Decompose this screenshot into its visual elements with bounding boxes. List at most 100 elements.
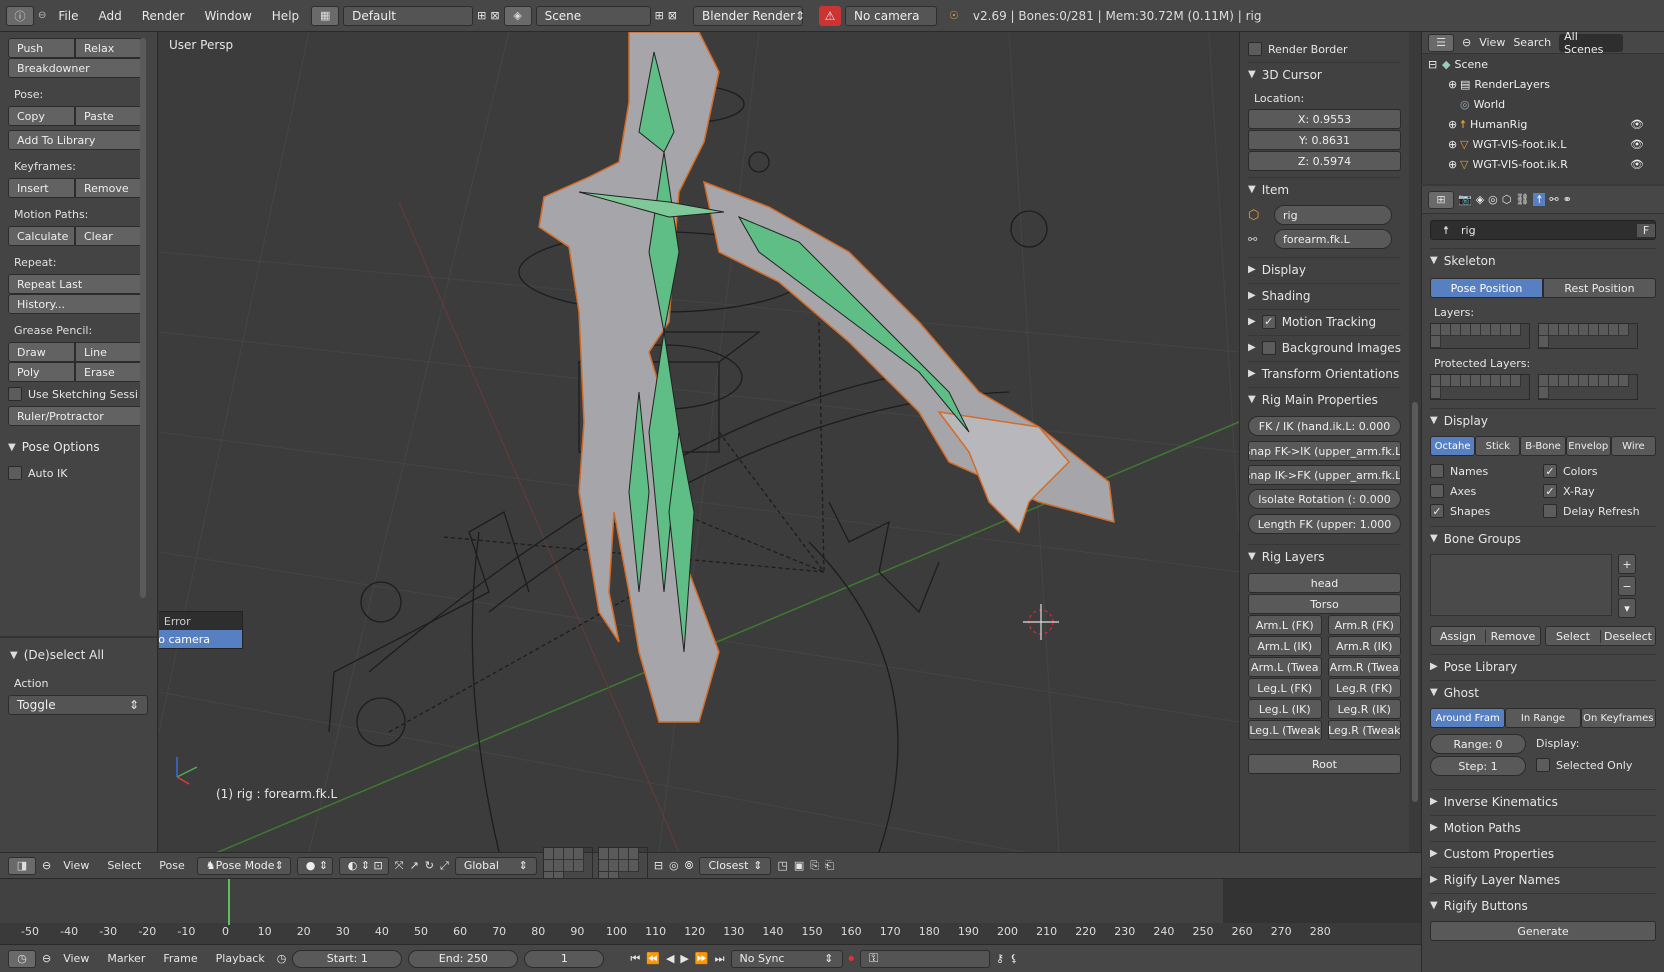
shading-section[interactable]: ▶ Shading xyxy=(1248,283,1401,307)
collapse-icon[interactable]: ⊟ xyxy=(1428,58,1442,71)
action-select[interactable]: Toggle ⇕ xyxy=(8,695,148,715)
layer-head-button[interactable]: head xyxy=(1248,573,1401,593)
add-scene-icon[interactable]: ⊞ xyxy=(655,9,664,22)
ghost-range-field[interactable]: Range: 0 xyxy=(1430,734,1526,754)
outliner-editor-icon[interactable]: ☰ xyxy=(1428,33,1454,52)
layer-torso-button[interactable]: Torso xyxy=(1248,594,1401,614)
3d-viewport[interactable]: User Persp (1) rig : forearm.fk.L ⚠Error… xyxy=(159,32,1239,852)
render-border-checkbox[interactable] xyxy=(1248,42,1262,56)
paste-pose-icon[interactable]: ⎗ xyxy=(825,859,834,873)
colors-checkbox[interactable]: ✓ xyxy=(1543,464,1557,478)
delay-refresh-option[interactable]: Delay Refresh xyxy=(1543,504,1656,518)
layer-cell[interactable] xyxy=(1491,375,1501,387)
pivot-select[interactable]: ◐ ⇕ ⊡ xyxy=(338,856,389,875)
protected-layers[interactable] xyxy=(1430,374,1656,400)
layer-cell[interactable] xyxy=(1451,375,1461,387)
menu-render[interactable]: Render xyxy=(134,9,193,23)
ghost-on-keyframes-button[interactable]: On Keyframes xyxy=(1580,708,1656,728)
draw-octahedral-button[interactable]: Octahe xyxy=(1430,436,1476,456)
isolate-rotation-slider[interactable]: Isolate Rotation (: 0.000 xyxy=(1248,489,1401,509)
layer-cell[interactable] xyxy=(1549,324,1559,336)
layer-cell[interactable] xyxy=(1539,324,1549,336)
remove-keyframe-button[interactable]: Remove xyxy=(75,178,142,198)
play-reverse-icon[interactable]: ◀ xyxy=(666,952,674,965)
3d-view-editor-icon[interactable]: ◨ xyxy=(8,856,36,875)
generate-button[interactable]: Generate xyxy=(1430,921,1656,941)
ghost-in-range-button[interactable]: In Range xyxy=(1505,708,1581,728)
selected-only-option[interactable]: Selected Only xyxy=(1536,758,1632,772)
layer-cell[interactable] xyxy=(1539,387,1549,399)
toolshelf-scrollbar[interactable] xyxy=(140,38,146,598)
info-editor-icon[interactable]: ⓘ xyxy=(6,5,34,26)
copy-pose-icon[interactable]: ⎘ xyxy=(810,859,819,873)
layer-cell[interactable] xyxy=(1431,336,1441,348)
render-preview-icon[interactable]: ◳ xyxy=(777,859,787,872)
ghost-header[interactable]: ▼ Ghost xyxy=(1430,680,1656,704)
keying-set-field[interactable]: ⚿ xyxy=(860,949,990,968)
fake-user-button[interactable]: F xyxy=(1637,223,1655,237)
layer-cell[interactable] xyxy=(1539,336,1549,348)
names-option[interactable]: Names xyxy=(1430,464,1543,478)
layer-cell[interactable] xyxy=(598,859,609,872)
layer-cell[interactable] xyxy=(618,859,629,872)
layer-cell[interactable] xyxy=(1441,375,1451,387)
tl-frame-menu[interactable]: Frame xyxy=(157,952,203,965)
warning-report[interactable]: No camera xyxy=(845,5,938,26)
layer-cell[interactable] xyxy=(1619,375,1629,387)
axes-checkbox[interactable] xyxy=(1430,484,1444,498)
layer-cell[interactable] xyxy=(1511,324,1521,336)
remove-button[interactable]: Remove xyxy=(1485,629,1540,643)
rig-layer-button[interactable]: Leg.L (FK) xyxy=(1248,678,1322,698)
snap-icon[interactable]: ⦾ xyxy=(685,859,694,873)
layer-cell[interactable] xyxy=(1619,324,1629,336)
layer-cell[interactable] xyxy=(563,859,574,872)
end-frame-field[interactable]: End: 250 xyxy=(408,949,519,968)
current-frame-field[interactable]: 1 xyxy=(524,949,605,968)
menu-file[interactable]: File xyxy=(50,9,86,23)
deselect-all-header[interactable]: ▼ (De)select All xyxy=(10,648,104,662)
pose-position-button[interactable]: Pose Position xyxy=(1430,278,1543,298)
collapse-menu-icon[interactable]: ⊖ xyxy=(42,859,51,872)
scene-icon[interactable]: ◈ xyxy=(503,5,532,26)
render-tab-icon[interactable]: 📷 xyxy=(1458,193,1472,206)
line-button[interactable]: Line xyxy=(75,342,142,362)
menu-add[interactable]: Add xyxy=(90,9,129,23)
background-images-section[interactable]: ▶ Background Images xyxy=(1248,335,1401,359)
expand-icon[interactable]: ⊕ xyxy=(1448,138,1460,151)
outliner-view-menu[interactable]: View xyxy=(1479,36,1505,49)
layer-cell[interactable] xyxy=(1471,324,1481,336)
lock-layers-icon[interactable]: ⊟ xyxy=(654,859,663,872)
use-sketching-option[interactable]: Use Sketching Sessi xyxy=(8,387,142,401)
outliner-row-renderlayers[interactable]: ⊕ ▤ RenderLayers xyxy=(1422,74,1664,94)
error-message[interactable]: No camera xyxy=(159,630,242,648)
motion-paths-section[interactable]: ▶ Motion Paths xyxy=(1430,815,1656,839)
erase-button[interactable]: Erase xyxy=(75,362,142,382)
layer-cell[interactable] xyxy=(1589,324,1599,336)
layer-cell[interactable] xyxy=(1451,324,1461,336)
outliner-row-world[interactable]: ◎ World xyxy=(1422,94,1664,114)
layer-cell[interactable] xyxy=(608,859,619,872)
rig-layer-button[interactable]: Leg.R (Tweak xyxy=(1327,720,1401,740)
protected-grid-left[interactable] xyxy=(1430,374,1530,400)
ghost-around-frame-button[interactable]: Around Fram xyxy=(1430,708,1506,728)
rig-layer-button[interactable]: Arm.R (Twea xyxy=(1327,657,1401,677)
layer-cell[interactable] xyxy=(1481,375,1491,387)
visibility-icon[interactable]: 👁 xyxy=(1630,138,1644,151)
display-section[interactable]: ▶ Display xyxy=(1248,257,1401,281)
history-button[interactable]: History... xyxy=(8,294,142,314)
visibility-icon[interactable]: 👁 xyxy=(1630,118,1644,131)
item-header[interactable]: ▼ Item xyxy=(1248,177,1401,201)
rig-layer-button[interactable]: Arm.R (FK) xyxy=(1327,615,1401,635)
manipulator-icon[interactable]: ⤧ xyxy=(395,859,404,873)
use-sketching-checkbox[interactable] xyxy=(8,387,22,401)
layer-cell[interactable] xyxy=(628,847,639,860)
expand-icon[interactable]: ⊕ xyxy=(1448,158,1460,171)
layer-cell[interactable] xyxy=(1609,375,1619,387)
layer-cell[interactable] xyxy=(1471,375,1481,387)
tl-marker-menu[interactable]: Marker xyxy=(101,952,151,965)
draw-envelope-button[interactable]: Envelop xyxy=(1565,436,1611,456)
rig-layer-button[interactable]: Arm.L (Twea xyxy=(1248,657,1322,677)
object-name-field[interactable]: rig xyxy=(1274,205,1392,225)
deselect-button[interactable]: Deselect xyxy=(1600,629,1655,643)
layer-cell[interactable] xyxy=(1511,375,1521,387)
